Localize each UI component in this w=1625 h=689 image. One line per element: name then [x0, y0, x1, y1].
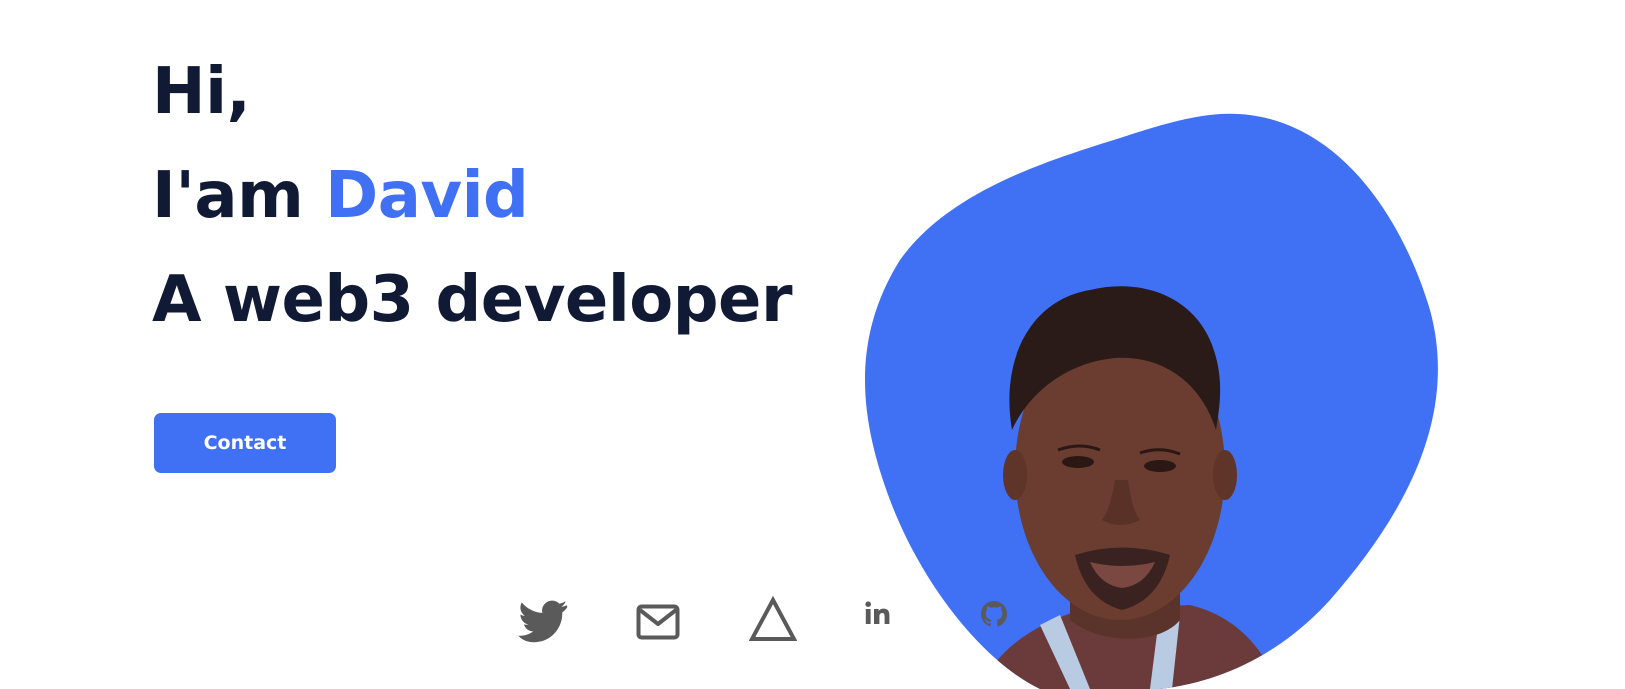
linkedin-icon [865, 601, 890, 624]
hero-heading: Hi, I'am David A web3 developer [152, 40, 793, 352]
greeting-text: Hi, [152, 55, 251, 129]
contact-button[interactable]: Contact [154, 413, 336, 473]
github-link[interactable] [981, 601, 1007, 627]
portfolio-hero: Hi, I'am David A web3 developer Contact [0, 0, 1625, 689]
twitter-icon [518, 600, 568, 643]
intro-line: I'am David [152, 144, 792, 248]
mail-icon [636, 604, 680, 640]
profile-portrait-blob [865, 113, 1438, 689]
mail-link[interactable] [636, 604, 680, 640]
role-text: A web3 developer [152, 263, 793, 337]
triangle-link[interactable] [749, 596, 797, 642]
twitter-link[interactable] [518, 600, 568, 644]
linkedin-link[interactable] [865, 601, 891, 625]
triangle-icon [749, 596, 797, 641]
intro-prefix: I'am [152, 159, 326, 233]
name-highlight: David [325, 159, 529, 233]
github-icon [981, 601, 1007, 627]
